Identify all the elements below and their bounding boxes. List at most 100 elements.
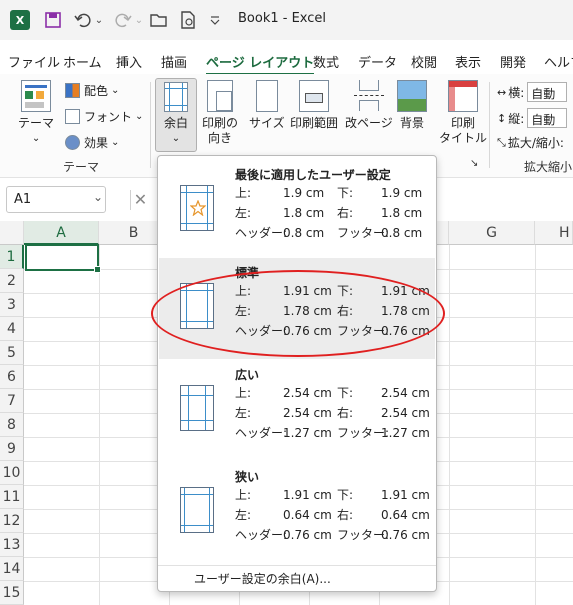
name-box[interactable]: A1 ⌄ [6, 186, 106, 213]
row-header-3[interactable]: 3 [0, 293, 24, 317]
star-icon [190, 200, 206, 216]
highlight-ellipse-annotation [151, 270, 445, 357]
redo-dropdown-icon[interactable]: ⌄ [134, 9, 144, 31]
row-header-2[interactable]: 2 [0, 269, 24, 293]
column-header-h[interactable]: H [535, 221, 573, 245]
tab-developer[interactable]: 開発 [500, 52, 526, 71]
orientation-icon [207, 80, 233, 112]
group-separator [150, 82, 151, 168]
theme-colors-label: 配色 [84, 84, 109, 98]
custom-margins-menu-item[interactable]: ユーザー設定の余白(A)... [194, 570, 331, 587]
orientation-button[interactable]: 印刷の 向き [202, 80, 238, 146]
margin-preview-icon [180, 487, 214, 533]
print-area-icon [299, 80, 329, 112]
margins-label: 余白 [163, 116, 188, 130]
themes-button[interactable]: テーマ ⌄ [18, 80, 54, 146]
scale-group-label: 拡大縮小 [524, 160, 573, 174]
print-titles-button[interactable]: 印刷 タイトル [439, 80, 487, 146]
print-area-label: 印刷範囲 [290, 116, 339, 130]
theme-colors-button[interactable]: 配色 ⌄ [65, 82, 119, 99]
themes-label: テーマ [18, 116, 55, 130]
option-name: 広い [235, 368, 260, 382]
selected-cell-a1[interactable] [25, 244, 101, 273]
title-bar: X ⌄ ⌄ Book1 - Excel [0, 0, 573, 40]
undo-dropdown-icon[interactable]: ⌄ [94, 9, 104, 31]
customize-qat-icon[interactable] [207, 9, 223, 31]
size-label: サイズ [249, 116, 285, 130]
tab-review[interactable]: 校閲 [411, 52, 437, 71]
orientation-label-2: 向き [208, 131, 233, 145]
cancel-formula-icon[interactable]: ✕ [130, 190, 150, 210]
background-button[interactable]: 背景 [397, 80, 427, 131]
margin-preview-icon [180, 185, 214, 231]
group-separator [489, 82, 490, 168]
width-icon: ↔ [497, 85, 507, 99]
window-title: Book1 - Excel [238, 11, 327, 26]
row-header-7[interactable]: 7 [0, 389, 24, 413]
row-header-12[interactable]: 12 [0, 509, 24, 533]
margin-option-last-custom[interactable]: 最後に適用したユーザー設定 上: 1.9 cm 下: 1.9 cm 左: 1.8… [159, 160, 435, 261]
print-titles-label-1: 印刷 [451, 116, 476, 130]
margin-option-wide[interactable]: 広い 上: 2.54 cm 下: 2.54 cm 左: 2.54 cm 右: 2… [159, 360, 435, 461]
option-name: 狭い [235, 470, 260, 484]
size-icon [255, 80, 278, 112]
row-header-8[interactable]: 8 [0, 413, 24, 437]
column-header-g[interactable]: G [449, 221, 535, 245]
height-icon: ↕ [497, 111, 507, 125]
grid-line [99, 245, 100, 605]
print-preview-icon[interactable] [177, 9, 199, 31]
page-setup-launcher-icon[interactable]: ↘ [470, 158, 478, 169]
column-header-a[interactable]: A [24, 221, 99, 245]
theme-fonts-button[interactable]: フォント ⌄ [65, 108, 143, 125]
theme-effects-button[interactable]: 効果 ⌄ [65, 134, 119, 151]
effects-icon [65, 135, 80, 150]
tab-file[interactable]: ファイル [8, 52, 60, 71]
name-box-dropdown-icon[interactable]: ⌄ [93, 190, 103, 204]
save-icon[interactable] [42, 9, 64, 31]
name-box-value: A1 [14, 192, 32, 207]
row-header-11[interactable]: 11 [0, 485, 24, 509]
orientation-label-1: 印刷の [202, 116, 239, 130]
margins-button[interactable]: 余白 ⌄ [155, 78, 197, 152]
grid-line [449, 245, 450, 605]
width-select[interactable]: 自動 [527, 82, 568, 102]
print-area-button[interactable]: 印刷範囲 [290, 80, 338, 131]
theme-fonts-label: フォント [84, 110, 133, 124]
margin-option-narrow[interactable]: 狭い 上: 1.91 cm 下: 1.91 cm 左: 0.64 cm 右: 0… [159, 462, 435, 563]
redo-icon[interactable] [112, 9, 134, 31]
row-header-13[interactable]: 13 [0, 533, 24, 557]
open-folder-icon[interactable] [148, 9, 170, 31]
row-header-10[interactable]: 10 [0, 461, 24, 485]
select-all-corner[interactable] [0, 221, 24, 245]
tab-page-layout[interactable]: ページ レイアウト [206, 52, 315, 76]
tab-data[interactable]: データ [358, 52, 397, 71]
tab-insert[interactable]: 挿入 [116, 52, 142, 71]
option-name: 最後に適用したユーザー設定 [235, 168, 391, 182]
row-header-4[interactable]: 4 [0, 317, 24, 341]
print-titles-icon [448, 80, 478, 112]
size-button[interactable]: サイズ [249, 80, 285, 131]
row-header-6[interactable]: 6 [0, 365, 24, 389]
scale-icon: ⤡ [497, 135, 506, 149]
row-header-1[interactable]: 1 [0, 245, 24, 269]
tab-view[interactable]: 表示 [455, 52, 481, 71]
height-select[interactable]: 自動 [527, 108, 568, 128]
ribbon-tabs: ファイル ホーム 挿入 描画 ページ レイアウト 数式 データ 校閲 表示 開発… [0, 48, 573, 76]
margins-dropdown-menu: 最後に適用したユーザー設定 上: 1.9 cm 下: 1.9 cm 左: 1.8… [157, 155, 437, 592]
row-header-5[interactable]: 5 [0, 341, 24, 365]
margin-preview-icon [180, 385, 214, 431]
undo-icon[interactable] [72, 9, 94, 31]
row-header-15[interactable]: 15 [0, 581, 24, 605]
scale-percent[interactable]: ⤡ 拡大/縮小: [497, 134, 564, 151]
tab-help[interactable]: ヘルプ [544, 52, 573, 71]
excel-logo-icon: X [10, 10, 30, 30]
grid-line [535, 245, 536, 605]
tab-draw[interactable]: 描画 [161, 52, 187, 71]
row-header-9[interactable]: 9 [0, 437, 24, 461]
breaks-label: 改ページ [345, 116, 393, 130]
breaks-button[interactable]: 改ページ [345, 80, 393, 131]
row-header-14[interactable]: 14 [0, 557, 24, 581]
tab-home[interactable]: ホーム [63, 52, 102, 71]
tab-formulas[interactable]: 数式 [313, 52, 339, 71]
print-titles-label-2: タイトル [439, 131, 488, 145]
